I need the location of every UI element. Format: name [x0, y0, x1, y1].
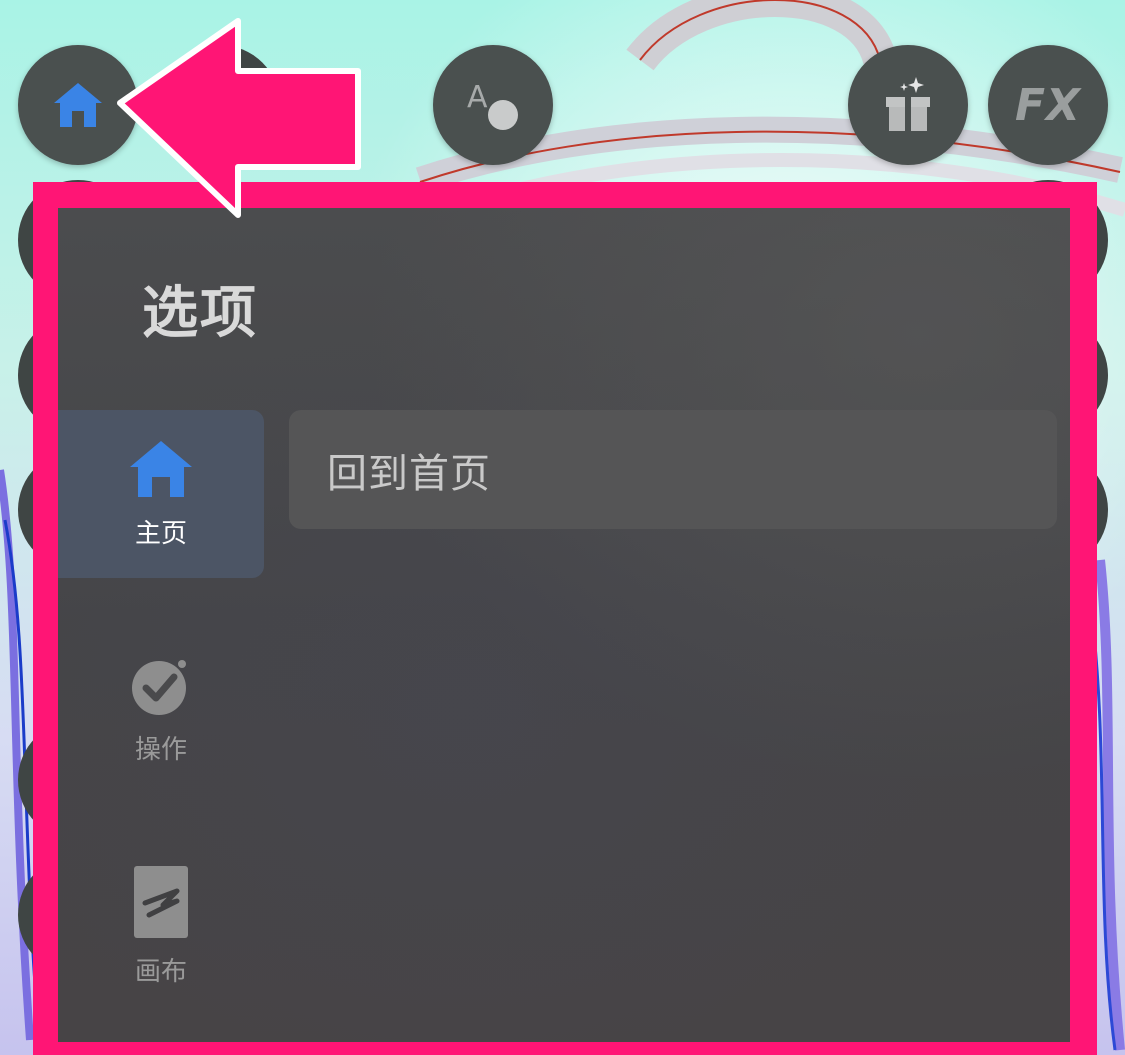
home-icon [130, 440, 192, 497]
fx-icon: FX [1015, 79, 1081, 131]
text-shape-icon: A [467, 80, 518, 130]
sidebar-item-label: 主页 [134, 518, 187, 549]
back-to-home-row[interactable]: 回到首页 [289, 410, 1057, 529]
sidebar-item-label: 画布 [134, 956, 187, 987]
gift-button[interactable] [848, 45, 968, 165]
back-to-home-label: 回到首页 [327, 450, 491, 497]
panel-title: 选项 [142, 281, 258, 346]
pointer-arrow [117, 18, 361, 218]
text-shape-button[interactable]: A [433, 45, 553, 165]
fx-button[interactable]: FX [988, 45, 1108, 165]
svg-text:A: A [467, 80, 488, 115]
home-icon [54, 83, 102, 127]
sidebar-item-home[interactable]: 主页 [58, 410, 264, 578]
sidebar-item-label: 操作 [134, 734, 187, 765]
options-panel: 选项 主页 操作 画布 回到首页 [58, 208, 1070, 1042]
check-circle-icon [132, 659, 186, 715]
gift-icon [886, 77, 930, 131]
canvas-icon [134, 865, 188, 938]
sidebar-item-actions[interactable]: 操作 [58, 626, 264, 794]
sidebar-item-canvas[interactable]: 画布 [58, 842, 264, 1010]
